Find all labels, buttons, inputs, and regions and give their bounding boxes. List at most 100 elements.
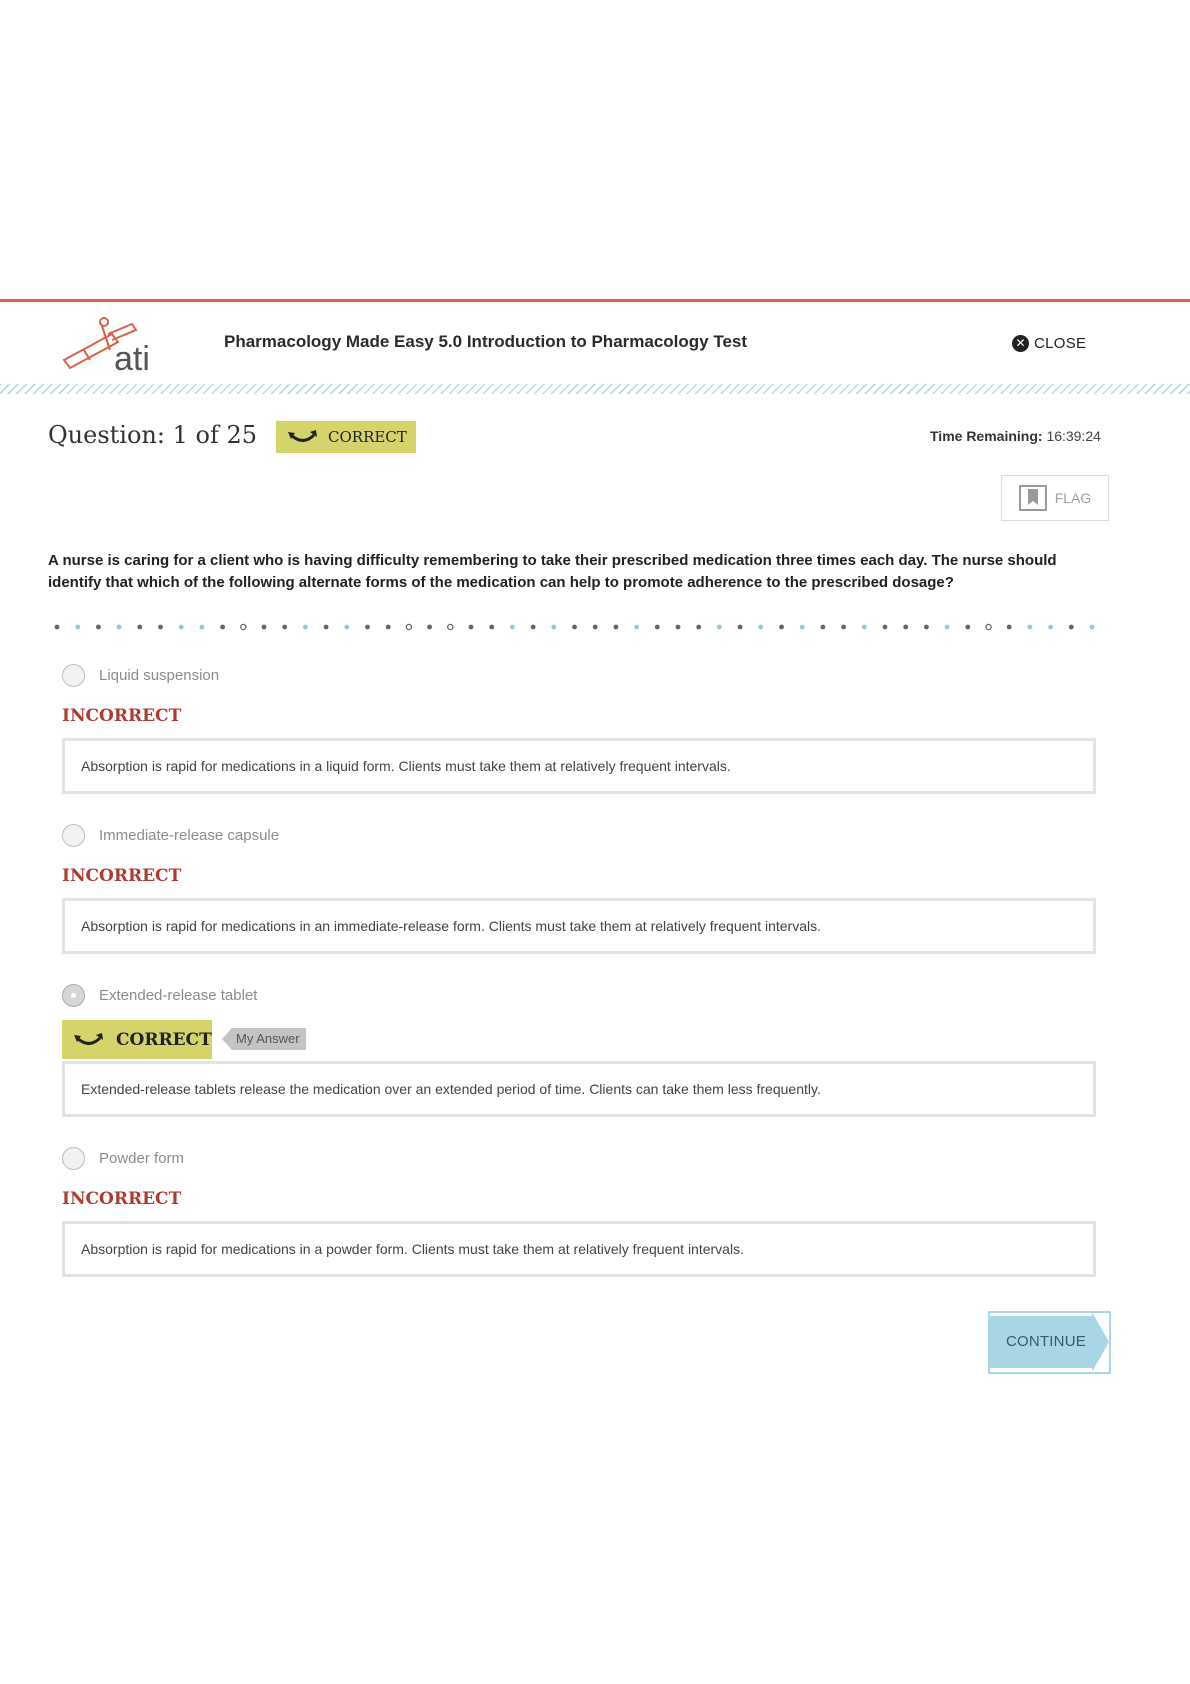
rationale-text: Extended-release tablets release the med… [81, 1081, 821, 1097]
progress-dot [116, 624, 122, 630]
progress-dot [634, 624, 639, 630]
progress-dot [385, 624, 391, 630]
option-label: Extended-release tablet [99, 987, 258, 1004]
progress-dot [841, 624, 846, 630]
progress-dots [52, 620, 1102, 632]
progress-dot [737, 624, 743, 630]
progress-dot [675, 624, 681, 630]
progress-dot [1068, 624, 1074, 630]
ati-logo: ati [62, 316, 174, 378]
radio-button[interactable] [62, 824, 85, 847]
progress-dot [96, 624, 101, 630]
progress-dot [882, 624, 888, 630]
time-remaining: Time Remaining: 16:39:24 [930, 428, 1101, 444]
progress-dot [903, 624, 909, 630]
progress-dot [75, 624, 81, 630]
progress-dot [137, 624, 143, 630]
progress-dot [1048, 624, 1053, 630]
progress-dot [468, 624, 474, 630]
progress-dot [530, 624, 536, 630]
progress-dot [613, 624, 619, 630]
header-divider [0, 384, 1190, 394]
option-status: INCORRECT [62, 706, 182, 726]
progress-dot [240, 623, 247, 631]
progress-dot [199, 624, 205, 630]
progress-dot [158, 624, 163, 630]
radio-button[interactable] [62, 1147, 85, 1170]
rationale-box: Absorption is rapid for medications in a… [62, 1221, 1096, 1277]
curved-arrow-icon [74, 1032, 103, 1045]
progress-dot [510, 624, 515, 630]
progress-dot [282, 624, 288, 630]
progress-dot [447, 623, 454, 631]
continue-label: CONTINUE [1006, 1333, 1086, 1350]
progress-dot [303, 624, 308, 630]
bookmark-icon [1018, 485, 1047, 511]
progress-dot [1006, 624, 1012, 630]
progress-dot [965, 624, 971, 630]
progress-dot [405, 623, 413, 631]
rationale-text: Absorption is rapid for medications in a… [81, 918, 821, 934]
progress-dot [717, 624, 722, 630]
status-badge: CORRECT [276, 421, 416, 453]
rationale-box: Extended-release tablets release the med… [62, 1061, 1096, 1117]
progress-dot [1027, 624, 1033, 630]
my-answer-label: My Answer [232, 1028, 306, 1050]
option-extended-release-tablet[interactable]: Extended-release tablet [62, 984, 257, 1007]
progress-dot [820, 624, 826, 630]
progress-dot [861, 624, 867, 630]
option-liquid-suspension[interactable]: Liquid suspension [62, 664, 219, 687]
option-status: INCORRECT [62, 866, 182, 886]
progress-dot [261, 624, 267, 630]
correct-badge: CORRECT [62, 1020, 212, 1059]
close-label: CLOSE [1034, 335, 1087, 352]
progress-dot [54, 624, 60, 630]
option-status: INCORRECT [62, 1189, 182, 1209]
flag-button[interactable]: FLAG [1001, 475, 1109, 521]
app-header: ati Pharmacology Made Easy 5.0 Introduct… [0, 302, 1190, 386]
rationale-box: Absorption is rapid for medications in a… [62, 898, 1096, 954]
progress-dot [344, 624, 350, 630]
status-badge-label: CORRECT [328, 428, 407, 446]
test-title: Pharmacology Made Easy 5.0 Introduction … [224, 332, 748, 351]
time-remaining-label: Time Remaining: [930, 428, 1043, 444]
progress-dot [220, 624, 226, 630]
radio-button-selected[interactable] [62, 984, 85, 1007]
close-circle-icon: ✕ [1012, 335, 1029, 352]
progress-dot [696, 624, 702, 630]
rationale-text: Absorption is rapid for medications in a… [81, 758, 731, 774]
rationale-box: Absorption is rapid for medications in a… [62, 738, 1096, 794]
question-counter: Question: 1 of 25 [48, 421, 257, 449]
progress-dot [985, 623, 992, 631]
progress-dot [572, 624, 577, 630]
progress-dot [944, 624, 950, 630]
progress-dot [779, 624, 784, 630]
option-immediate-release-capsule[interactable]: Immediate-release capsule [62, 824, 279, 847]
progress-dot [178, 624, 184, 630]
option-label: Immediate-release capsule [99, 827, 280, 844]
progress-dot [758, 624, 764, 630]
close-button[interactable]: ✕ CLOSE [1012, 335, 1086, 352]
flag-label: FLAG [1054, 490, 1092, 506]
progress-dot [551, 624, 557, 630]
curved-arrow-icon [288, 430, 317, 442]
radio-button[interactable] [62, 664, 85, 687]
my-answer-tag: My Answer [222, 1028, 306, 1050]
rationale-text: Absorption is rapid for medications in a… [81, 1241, 744, 1257]
progress-dot [427, 624, 432, 630]
progress-dot [924, 624, 929, 630]
correct-badge-label: CORRECT [116, 1029, 212, 1050]
continue-button[interactable]: CONTINUE [988, 1311, 1111, 1374]
option-label: Powder form [99, 1150, 185, 1167]
progress-dot [365, 624, 370, 630]
option-label: Liquid suspension [99, 667, 220, 684]
progress-dot [489, 624, 495, 630]
progress-dot [799, 624, 805, 630]
option-powder-form[interactable]: Powder form [62, 1147, 184, 1170]
time-remaining-value: 16:39:24 [1046, 428, 1101, 444]
progress-dot [592, 624, 598, 630]
progress-dot [323, 624, 329, 630]
progress-dot [1089, 624, 1095, 630]
logo-wordmark: ati [114, 340, 150, 374]
question-stem: A nurse is caring for a client who is ha… [48, 552, 1057, 591]
